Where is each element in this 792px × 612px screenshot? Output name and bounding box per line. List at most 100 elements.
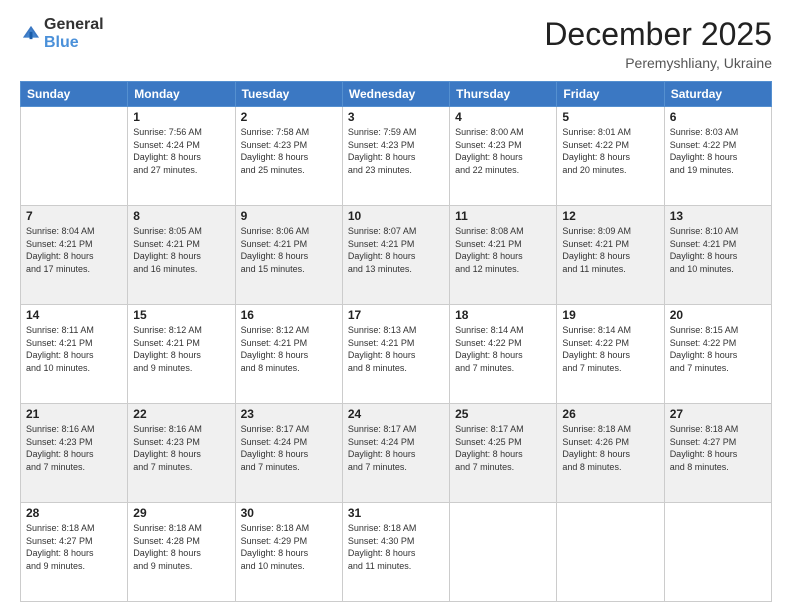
calendar-week-row: 21 Sunrise: 8:16 AM Sunset: 4:23 PM Dayli…	[21, 404, 772, 503]
day-number: 18	[455, 308, 551, 322]
day-number: 8	[133, 209, 229, 223]
day-info: Sunrise: 7:58 AM Sunset: 4:23 PM Dayligh…	[241, 126, 337, 176]
day-number: 22	[133, 407, 229, 421]
day-number: 11	[455, 209, 551, 223]
day-number: 2	[241, 110, 337, 124]
day-info: Sunrise: 8:14 AM Sunset: 4:22 PM Dayligh…	[562, 324, 658, 374]
day-info: Sunrise: 8:14 AM Sunset: 4:22 PM Dayligh…	[455, 324, 551, 374]
calendar-cell: 20 Sunrise: 8:15 AM Sunset: 4:22 PM Dayli…	[664, 305, 771, 404]
day-number: 27	[670, 407, 766, 421]
day-info: Sunrise: 8:13 AM Sunset: 4:21 PM Dayligh…	[348, 324, 444, 374]
calendar-cell: 8Sunrise: 8:05 AM Sunset: 4:21 PM Daylig…	[128, 206, 235, 305]
calendar-cell	[557, 503, 664, 602]
day-number: 31	[348, 506, 444, 520]
calendar-week-row: 7Sunrise: 8:04 AM Sunset: 4:21 PM Daylig…	[21, 206, 772, 305]
calendar-cell: 6Sunrise: 8:03 AM Sunset: 4:22 PM Daylig…	[664, 107, 771, 206]
calendar-table: SundayMondayTuesdayWednesdayThursdayFrid…	[20, 81, 772, 602]
day-info: Sunrise: 8:18 AM Sunset: 4:28 PM Dayligh…	[133, 522, 229, 572]
calendar-cell: 26Sunrise: 8:18 AM Sunset: 4:26 PM Dayli…	[557, 404, 664, 503]
day-number: 9	[241, 209, 337, 223]
day-number: 29	[133, 506, 229, 520]
day-info: Sunrise: 7:56 AM Sunset: 4:24 PM Dayligh…	[133, 126, 229, 176]
day-info: Sunrise: 8:12 AM Sunset: 4:21 PM Dayligh…	[133, 324, 229, 374]
day-info: Sunrise: 8:18 AM Sunset: 4:29 PM Dayligh…	[241, 522, 337, 572]
day-number: 15	[133, 308, 229, 322]
logo-general: General	[44, 16, 104, 34]
calendar-cell: 1Sunrise: 7:56 AM Sunset: 4:24 PM Daylig…	[128, 107, 235, 206]
day-number: 23	[241, 407, 337, 421]
day-number: 28	[26, 506, 122, 520]
calendar-header-row: SundayMondayTuesdayWednesdayThursdayFrid…	[21, 82, 772, 107]
day-number: 13	[670, 209, 766, 223]
calendar-cell: 21 Sunrise: 8:16 AM Sunset: 4:23 PM Dayli…	[21, 404, 128, 503]
calendar-cell: 13 Sunrise: 8:10 AM Sunset: 4:21 PM Dayli…	[664, 206, 771, 305]
day-number: 16	[241, 308, 337, 322]
day-number: 3	[348, 110, 444, 124]
day-number: 20	[670, 308, 766, 322]
day-info: Sunrise: 8:16 AM Sunset: 4:23 PM Dayligh…	[133, 423, 229, 473]
calendar-cell: 27 Sunrise: 8:18 AM Sunset: 4:27 PM Dayli…	[664, 404, 771, 503]
day-info: Sunrise: 8:11 AM Sunset: 4:21 PM Dayligh…	[26, 324, 122, 374]
calendar-cell: 5Sunrise: 8:01 AM Sunset: 4:22 PM Daylig…	[557, 107, 664, 206]
calendar-cell: 11Sunrise: 8:08 AM Sunset: 4:21 PM Dayli…	[450, 206, 557, 305]
logo: General Blue	[20, 16, 104, 51]
day-number: 7	[26, 209, 122, 223]
col-header-wednesday: Wednesday	[342, 82, 449, 107]
day-number: 17	[348, 308, 444, 322]
calendar-cell: 12Sunrise: 8:09 AM Sunset: 4:21 PM Dayli…	[557, 206, 664, 305]
calendar-cell: 24 Sunrise: 8:17 AM Sunset: 4:24 PM Dayli…	[342, 404, 449, 503]
calendar-cell: 25Sunrise: 8:17 AM Sunset: 4:25 PM Dayli…	[450, 404, 557, 503]
month-title: December 2025	[544, 16, 772, 53]
calendar-cell	[21, 107, 128, 206]
day-info: Sunrise: 8:03 AM Sunset: 4:22 PM Dayligh…	[670, 126, 766, 176]
calendar-cell: 28 Sunrise: 8:18 AM Sunset: 4:27 PM Dayli…	[21, 503, 128, 602]
calendar-cell: 3 Sunrise: 7:59 AM Sunset: 4:23 PM Daylig…	[342, 107, 449, 206]
calendar-cell	[664, 503, 771, 602]
logo-text: General Blue	[44, 16, 104, 51]
calendar-cell: 10Sunrise: 8:07 AM Sunset: 4:21 PM Dayli…	[342, 206, 449, 305]
col-header-thursday: Thursday	[450, 82, 557, 107]
page: General Blue December 2025 Peremyshliany…	[0, 0, 792, 612]
day-number: 21	[26, 407, 122, 421]
day-number: 12	[562, 209, 658, 223]
col-header-friday: Friday	[557, 82, 664, 107]
day-info: Sunrise: 8:15 AM Sunset: 4:22 PM Dayligh…	[670, 324, 766, 374]
day-info: Sunrise: 8:06 AM Sunset: 4:21 PM Dayligh…	[241, 225, 337, 275]
day-info: Sunrise: 8:16 AM Sunset: 4:23 PM Dayligh…	[26, 423, 122, 473]
day-info: Sunrise: 7:59 AM Sunset: 4:23 PM Dayligh…	[348, 126, 444, 176]
logo-icon	[20, 23, 42, 45]
calendar-cell: 17 Sunrise: 8:13 AM Sunset: 4:21 PM Dayli…	[342, 305, 449, 404]
day-info: Sunrise: 8:18 AM Sunset: 4:30 PM Dayligh…	[348, 522, 444, 572]
calendar-cell: 16 Sunrise: 8:12 AM Sunset: 4:21 PM Dayli…	[235, 305, 342, 404]
day-info: Sunrise: 8:12 AM Sunset: 4:21 PM Dayligh…	[241, 324, 337, 374]
day-info: Sunrise: 8:17 AM Sunset: 4:24 PM Dayligh…	[348, 423, 444, 473]
day-info: Sunrise: 8:00 AM Sunset: 4:23 PM Dayligh…	[455, 126, 551, 176]
calendar-cell: 4Sunrise: 8:00 AM Sunset: 4:23 PM Daylig…	[450, 107, 557, 206]
day-info: Sunrise: 8:10 AM Sunset: 4:21 PM Dayligh…	[670, 225, 766, 275]
calendar-week-row: 28 Sunrise: 8:18 AM Sunset: 4:27 PM Dayli…	[21, 503, 772, 602]
calendar-cell: 29 Sunrise: 8:18 AM Sunset: 4:28 PM Dayli…	[128, 503, 235, 602]
location-title: Peremyshliany, Ukraine	[544, 55, 772, 71]
day-number: 14	[26, 308, 122, 322]
day-number: 26	[562, 407, 658, 421]
day-number: 30	[241, 506, 337, 520]
day-info: Sunrise: 8:17 AM Sunset: 4:24 PM Dayligh…	[241, 423, 337, 473]
day-number: 24	[348, 407, 444, 421]
calendar-cell: 14 Sunrise: 8:11 AM Sunset: 4:21 PM Dayli…	[21, 305, 128, 404]
day-info: Sunrise: 8:18 AM Sunset: 4:27 PM Dayligh…	[26, 522, 122, 572]
calendar-cell: 22 Sunrise: 8:16 AM Sunset: 4:23 PM Dayli…	[128, 404, 235, 503]
calendar-cell: 31 Sunrise: 8:18 AM Sunset: 4:30 PM Dayli…	[342, 503, 449, 602]
day-info: Sunrise: 8:01 AM Sunset: 4:22 PM Dayligh…	[562, 126, 658, 176]
day-info: Sunrise: 8:18 AM Sunset: 4:27 PM Dayligh…	[670, 423, 766, 473]
calendar-week-row: 1Sunrise: 7:56 AM Sunset: 4:24 PM Daylig…	[21, 107, 772, 206]
day-number: 10	[348, 209, 444, 223]
calendar-week-row: 14 Sunrise: 8:11 AM Sunset: 4:21 PM Dayli…	[21, 305, 772, 404]
calendar-cell: 15 Sunrise: 8:12 AM Sunset: 4:21 PM Dayli…	[128, 305, 235, 404]
calendar-cell: 19Sunrise: 8:14 AM Sunset: 4:22 PM Dayli…	[557, 305, 664, 404]
calendar-cell: 30 Sunrise: 8:18 AM Sunset: 4:29 PM Dayli…	[235, 503, 342, 602]
col-header-monday: Monday	[128, 82, 235, 107]
logo-blue: Blue	[44, 34, 104, 52]
col-header-saturday: Saturday	[664, 82, 771, 107]
calendar-cell: 2 Sunrise: 7:58 AM Sunset: 4:23 PM Daylig…	[235, 107, 342, 206]
col-header-sunday: Sunday	[21, 82, 128, 107]
